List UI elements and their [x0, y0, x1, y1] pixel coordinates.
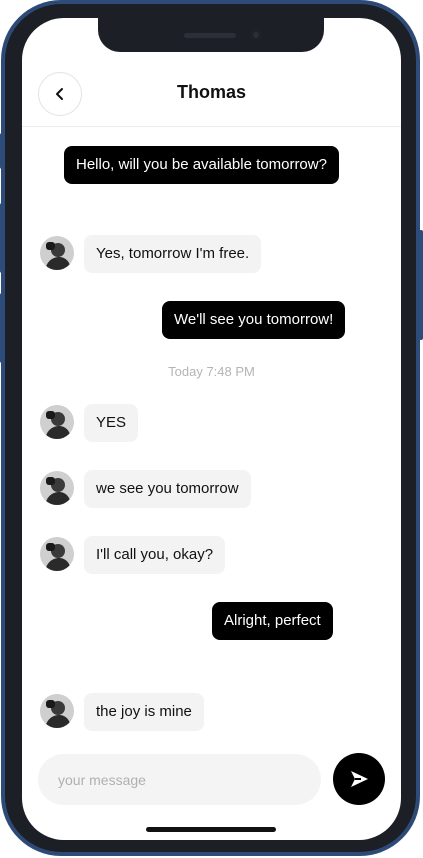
screen: Thomas Hello, will you be available tomo… — [22, 18, 401, 840]
message-timestamp: Today 7:48 PM — [168, 364, 255, 379]
send-button[interactable] — [333, 753, 385, 805]
message-sent: We'll see you tomorrow! — [162, 301, 346, 339]
side-button-left-2 — [0, 203, 4, 273]
contact-name: Thomas — [176, 82, 246, 102]
avatar — [40, 236, 74, 270]
send-icon — [351, 771, 368, 787]
side-button-left-3 — [0, 293, 4, 363]
avatar — [40, 405, 74, 439]
message-received: I'll call you, okay? — [84, 536, 226, 574]
avatar — [40, 537, 74, 571]
message-input[interactable] — [38, 754, 321, 805]
speaker — [184, 33, 236, 38]
side-button-right — [419, 230, 423, 340]
message-received: we see you tomorrow — [84, 470, 251, 508]
message-sent: Hello, will you be available tomorrow? — [64, 146, 339, 184]
notch — [98, 18, 324, 52]
message-received: Yes, tomorrow I'm free. — [84, 235, 262, 273]
home-indicator — [146, 827, 276, 832]
avatar — [40, 694, 74, 728]
message-received: YES — [84, 404, 139, 442]
chat-header: Thomas — [22, 66, 401, 127]
message-received: the joy is mine — [84, 693, 204, 731]
front-camera — [250, 29, 262, 41]
side-button-left-1 — [0, 133, 4, 169]
avatar — [40, 471, 74, 505]
message-sent: Alright, perfect — [212, 602, 333, 640]
